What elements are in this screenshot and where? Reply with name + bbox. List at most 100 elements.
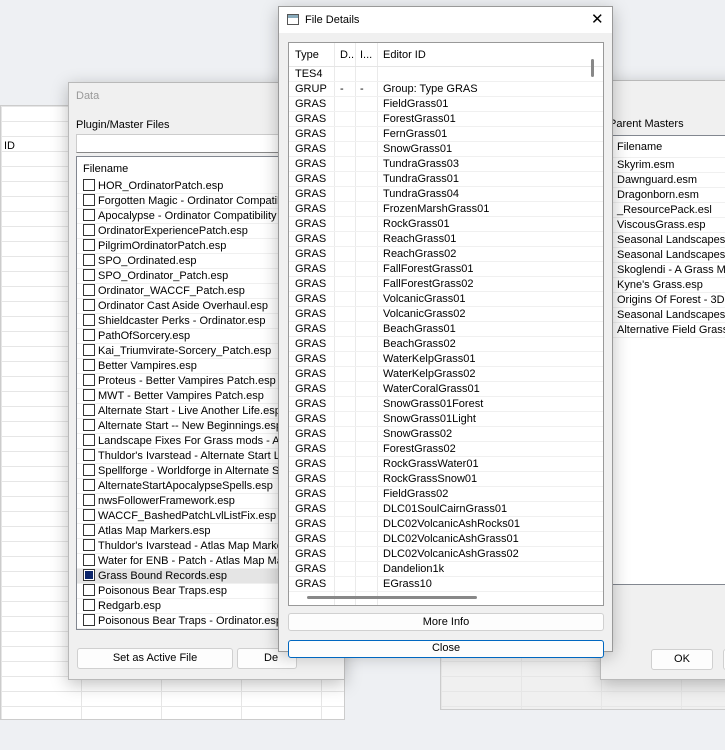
table-row[interactable]: GRAS WaterKelpGrass02 (289, 367, 603, 382)
table-row[interactable]: GRAS EGrass10 (289, 577, 603, 592)
table-row[interactable]: GRAS ReachGrass01 (289, 232, 603, 247)
close-button[interactable]: Close (288, 640, 604, 658)
column-editor-id[interactable]: Editor ID (383, 43, 426, 67)
table-row[interactable]: GRAS DLC02VolcanicAshRocks01 (289, 517, 603, 532)
plugin-checkbox[interactable] (83, 494, 95, 506)
plugin-checkbox[interactable] (83, 524, 95, 536)
master-list-item[interactable]: Kyne's Grass.esp (612, 278, 725, 293)
master-list-item[interactable]: Alternative Field Grass.esp (612, 323, 725, 338)
ok-button[interactable]: OK (651, 649, 713, 670)
table-row[interactable]: GRAS TundraGrass04 (289, 187, 603, 202)
plugin-checkbox[interactable] (83, 404, 95, 416)
table-row[interactable]: GRAS DLC02VolcanicAshGrass02 (289, 547, 603, 562)
plugin-checkbox[interactable] (83, 464, 95, 476)
vertical-scrollbar[interactable] (591, 59, 594, 77)
plugin-checkbox[interactable] (83, 209, 95, 221)
table-row[interactable]: GRAS BeachGrass01 (289, 322, 603, 337)
table-row[interactable]: GRAS WaterCoralGrass01 (289, 382, 603, 397)
more-info-button[interactable]: More Info (288, 613, 604, 631)
master-list-item[interactable]: ViscousGrass.esp (612, 218, 725, 233)
plugin-checkbox[interactable] (83, 179, 95, 191)
table-row[interactable]: GRAS BeachGrass02 (289, 337, 603, 352)
plugin-checkbox[interactable] (83, 359, 95, 371)
masters-list[interactable]: Filename Skyrim.esm Dawnguard.esm Dragonbo… (611, 135, 725, 585)
plugin-checkbox[interactable] (83, 449, 95, 461)
table-row[interactable]: GRAS ForestGrass02 (289, 442, 603, 457)
master-list-item[interactable]: Skoglendi - A Grass Mod.e (612, 263, 725, 278)
plugin-checkbox[interactable] (83, 419, 95, 431)
table-row[interactable]: GRAS SnowGrass01Forest (289, 397, 603, 412)
set-active-file-button[interactable]: Set as Active File (77, 648, 233, 669)
plugin-checkbox[interactable] (83, 224, 95, 236)
masters-dialog: Parent Masters Filename Skyrim.esm Dawngu… (600, 80, 725, 680)
master-list-item[interactable]: Seasonal Landscapes.esp (612, 233, 725, 248)
editor-id: Dandelion1k (383, 563, 445, 575)
table-row[interactable]: GRAS VolcanicGrass01 (289, 292, 603, 307)
plugin-name: Alternate Start - Live Another Life.esp (98, 405, 281, 417)
plugin-checkbox[interactable] (83, 599, 95, 611)
master-list-item[interactable]: Skyrim.esm (612, 158, 725, 173)
plugin-checkbox[interactable] (83, 344, 95, 356)
plugin-checkbox[interactable] (83, 614, 95, 626)
master-list-item[interactable]: Origins Of Forest - 3D Fore (612, 293, 725, 308)
master-list-item[interactable]: Seasonal Landscapes - Ul (612, 308, 725, 323)
plugin-checkbox[interactable] (83, 299, 95, 311)
table-row[interactable]: GRAS SnowGrass01 (289, 142, 603, 157)
record-d: - (340, 83, 344, 95)
plugin-checkbox[interactable] (83, 434, 95, 446)
table-row[interactable]: GRAS DLC02VolcanicAshGrass01 (289, 532, 603, 547)
table-row[interactable]: TES4 (289, 67, 603, 82)
column-i[interactable]: I... (360, 43, 372, 67)
plugin-name: nwsFollowerFramework.esp (98, 495, 235, 507)
plugin-checkbox[interactable] (83, 284, 95, 296)
plugin-checkbox[interactable] (83, 554, 95, 566)
table-row[interactable]: GRAS FallForestGrass01 (289, 262, 603, 277)
table-row[interactable]: GRAS TundraGrass01 (289, 172, 603, 187)
plugin-checkbox[interactable] (83, 569, 95, 581)
table-row[interactable]: GRAS FieldGrass02 (289, 487, 603, 502)
editor-id: SnowGrass01 (383, 143, 453, 155)
record-type: GRAS (295, 458, 327, 470)
table-row[interactable]: GRAS RockGrassSnow01 (289, 472, 603, 487)
horizontal-scrollbar[interactable] (307, 596, 477, 599)
plugin-checkbox[interactable] (83, 239, 95, 251)
close-icon[interactable]: ✕ (591, 10, 604, 28)
master-list-item[interactable]: Seasonal Landscapes - Sc (612, 248, 725, 263)
table-row[interactable]: GRAS Dandelion1k (289, 562, 603, 577)
table-row[interactable]: GRAS RockGrass01 (289, 217, 603, 232)
plugin-checkbox[interactable] (83, 269, 95, 281)
plugin-checkbox[interactable] (83, 374, 95, 386)
master-list-item[interactable]: Dragonborn.esm (612, 188, 725, 203)
plugin-checkbox[interactable] (83, 584, 95, 596)
table-row[interactable]: GRAS FrozenMarshGrass01 (289, 202, 603, 217)
records-table[interactable]: Type D.. I... Editor ID TES4 GRUP - - Group:… (288, 42, 604, 606)
plugin-checkbox[interactable] (83, 479, 95, 491)
plugin-checkbox[interactable] (83, 389, 95, 401)
table-row[interactable]: GRAS FernGrass01 (289, 127, 603, 142)
table-row[interactable]: GRAS FieldGrass01 (289, 97, 603, 112)
plugin-checkbox[interactable] (83, 509, 95, 521)
plugin-checkbox[interactable] (83, 314, 95, 326)
table-row[interactable]: GRAS WaterKelpGrass01 (289, 352, 603, 367)
table-row[interactable]: GRAS VolcanicGrass02 (289, 307, 603, 322)
record-type: GRAS (295, 323, 327, 335)
column-type[interactable]: Type (295, 43, 319, 67)
table-row[interactable]: GRAS RockGrassWater01 (289, 457, 603, 472)
plugin-checkbox[interactable] (83, 254, 95, 266)
table-row[interactable]: GRAS SnowGrass01Light (289, 412, 603, 427)
plugin-checkbox[interactable] (83, 539, 95, 551)
table-row[interactable]: GRAS ReachGrass02 (289, 247, 603, 262)
plugin-checkbox[interactable] (83, 329, 95, 341)
table-row[interactable]: GRAS DLC01SoulCairnGrass01 (289, 502, 603, 517)
table-row[interactable]: GRAS FallForestGrass02 (289, 277, 603, 292)
editor-id: WaterKelpGrass01 (383, 353, 476, 365)
table-row[interactable]: GRAS ForestGrass01 (289, 112, 603, 127)
table-row[interactable]: GRAS SnowGrass02 (289, 427, 603, 442)
table-row[interactable]: GRAS TundraGrass03 (289, 157, 603, 172)
master-list-item[interactable]: Dawnguard.esm (612, 173, 725, 188)
column-d[interactable]: D.. (340, 43, 354, 67)
table-row[interactable]: GRUP - - Group: Type GRAS (289, 82, 603, 97)
plugin-name: PilgrimOrdinatorPatch.esp (98, 240, 227, 252)
plugin-checkbox[interactable] (83, 194, 95, 206)
master-list-item[interactable]: _ResourcePack.esl (612, 203, 725, 218)
